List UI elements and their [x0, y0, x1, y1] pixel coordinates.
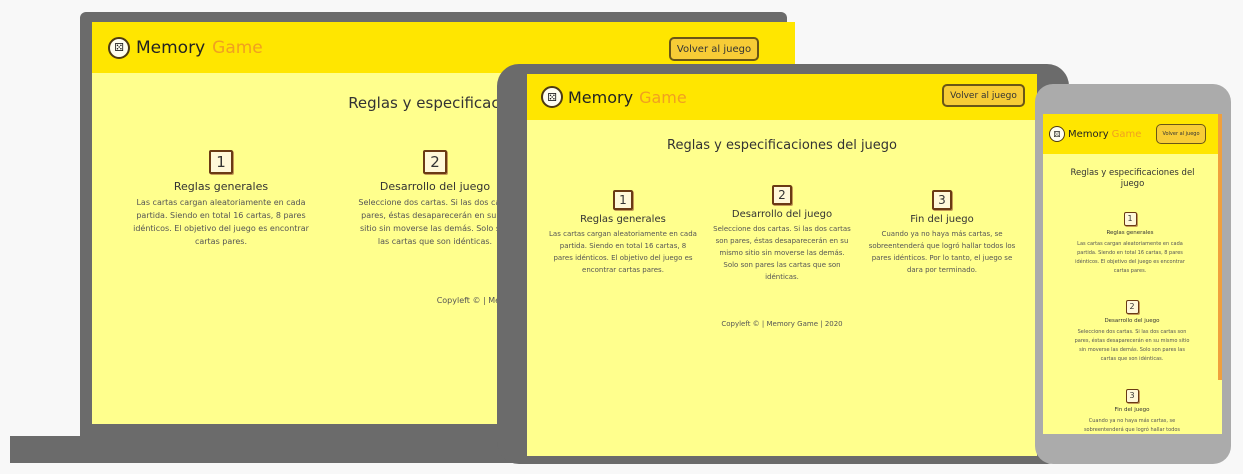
rules-section-1: 1 Reglas generales Las cartas cargan ale…: [549, 189, 697, 276]
section-title: Reglas generales: [580, 214, 666, 225]
number-badge-2: 2: [1125, 299, 1139, 314]
rules-section-2: 2 Desarrollo del juego Seleccione dos ca…: [712, 184, 852, 283]
tablet-screen: ⚄ Memory Game Volver al juego Reglas y e…: [527, 74, 1037, 456]
page-title: Reglas y especificaciones del juego: [667, 138, 897, 153]
section-text: Las cartas cargan aleatoriamente en cada…: [133, 198, 309, 246]
dice-logo-icon: ⚄: [108, 36, 130, 59]
page-title: Reglas y especificaciones del juego: [1070, 168, 1195, 189]
section-title: Desarrollo del juego: [731, 209, 833, 220]
dice-logo-icon: ⚄: [541, 86, 563, 108]
section-text: Seleccione dos cartas. Si las dos cartas…: [713, 225, 851, 281]
back-to-game-button[interactable]: Volver al juego: [669, 37, 759, 61]
rules-section-3: 3 Fin del juego Cuando ya no haya más ca…: [1073, 383, 1191, 434]
logo-text-memory: Memory: [136, 37, 206, 58]
number-badge-1: 1: [613, 190, 633, 210]
logo-text-game: Game: [212, 37, 263, 58]
phone-scrollbar[interactable]: [1218, 114, 1222, 380]
logo[interactable]: ⚄ Memory Game: [108, 36, 263, 59]
section-title: Reglas generales: [1106, 229, 1154, 236]
section-text-line: sobreentenderá que logró hallar todos: [1083, 426, 1181, 433]
section-text-line: Cuando ya no haya más cartas, se: [1088, 417, 1176, 424]
number-badge-3: 3: [932, 190, 952, 210]
footer: Copyleft © | Memory Game | 2020: [721, 320, 843, 328]
section-text: Las cartas cargan aleatoriamente en cada…: [1075, 240, 1185, 274]
section-title: Desarrollo del juego: [1104, 317, 1160, 324]
section-text: Cuando ya no haya más cartas, se sobreen…: [868, 230, 1016, 274]
section-title: Fin del juego: [1114, 406, 1150, 413]
logo-text-game: Game: [639, 87, 687, 107]
section-text: Cuando ya no haya más cartas, se sobreen…: [1073, 417, 1191, 435]
rules-section-1: 1 Reglas generales Las cartas cargan ale…: [1075, 206, 1185, 276]
phone-screen: ⚄ Memory Game Volver al juego Reglas y e…: [1043, 114, 1222, 434]
logo[interactable]: ⚄ Memory Game: [541, 86, 687, 108]
number-badge-1: 1: [209, 150, 233, 174]
section-text: Las cartas cargan aleatoriamente en cada…: [549, 230, 697, 274]
logo-text-memory: Memory: [568, 87, 634, 107]
number-badge-1: 1: [1123, 211, 1137, 226]
section-title: Fin del juego: [910, 214, 974, 225]
logo-text-memory: Memory: [1068, 128, 1109, 140]
logo-text-game: Game: [1111, 128, 1142, 140]
number-badge-3: 3: [1125, 388, 1139, 403]
logo[interactable]: ⚄ Memory Game: [1049, 126, 1141, 142]
site-header: ⚄ Memory Game Volver al juego: [527, 74, 1037, 120]
rules-section-2: 2 Desarrollo del juego Seleccione dos ca…: [1073, 294, 1191, 364]
number-badge-2: 2: [772, 185, 792, 205]
section-title: Reglas generales: [173, 180, 269, 193]
rules-section-3: 3 Fin del juego Cuando ya no haya más ca…: [867, 189, 1017, 276]
number-badge-2: 2: [423, 150, 447, 174]
back-to-game-button[interactable]: Volver al juego: [1156, 124, 1206, 144]
site-header: ⚄ Memory Game Volver al juego: [1043, 114, 1222, 154]
dice-logo-icon: ⚄: [1049, 126, 1065, 142]
back-to-game-button[interactable]: Volver al juego: [942, 84, 1025, 107]
section-text: Seleccione dos cartas. Si las dos cartas…: [1074, 328, 1190, 362]
rules-section-1: 1 Reglas generales Las cartas cargan ale…: [128, 150, 314, 248]
